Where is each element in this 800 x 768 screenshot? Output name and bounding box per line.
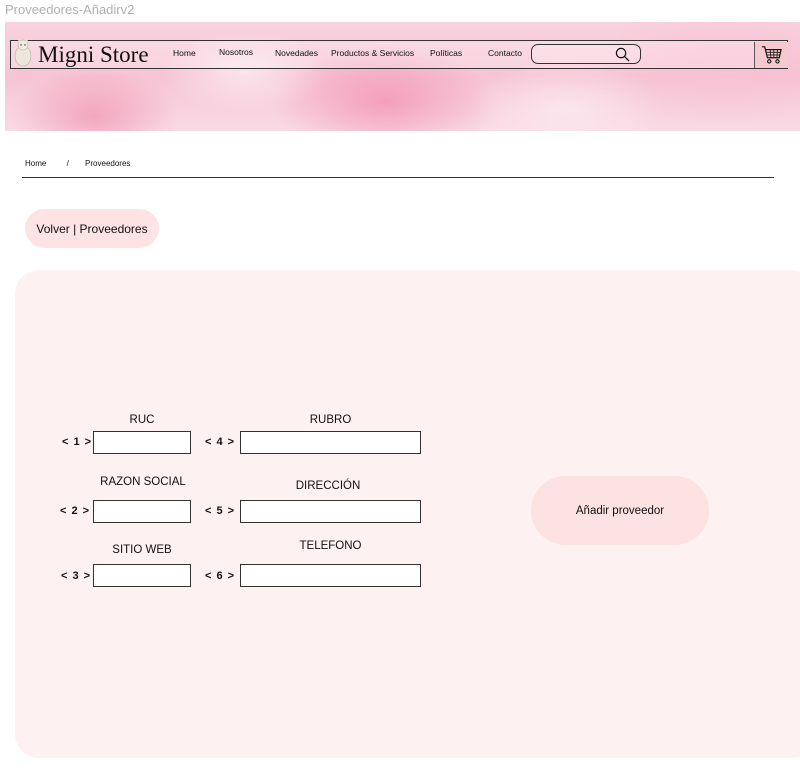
cart-button[interactable]	[754, 42, 788, 68]
sitio-web-input[interactable]	[93, 564, 191, 587]
field-index-5: < 5 >	[205, 505, 236, 517]
field-label-rubro: RUBRO	[309, 414, 352, 426]
search-icon[interactable]	[615, 47, 630, 62]
breadcrumb-home[interactable]: Home	[25, 159, 46, 168]
razon-social-input[interactable]	[93, 500, 191, 523]
field-index-4: < 4 >	[205, 436, 236, 448]
field-index-6: < 6 >	[205, 570, 236, 582]
field-label-telefono: TELEFONO	[299, 540, 362, 552]
breadcrumb: Home / Proveedores	[25, 159, 130, 168]
field-label-razon-social: RAZON SOCIAL	[100, 476, 186, 488]
telefono-input[interactable]	[240, 564, 421, 587]
field-index-2: < 2 >	[60, 505, 91, 517]
header-banner	[5, 22, 800, 131]
nav-home[interactable]: Home	[173, 48, 196, 58]
rubro-input[interactable]	[240, 431, 421, 454]
add-supplier-button[interactable]: Añadir proveedor	[531, 476, 709, 545]
field-index-1: < 1 >	[62, 436, 93, 448]
ruc-input[interactable]	[93, 431, 191, 454]
nav-contacto[interactable]: Contacto	[488, 48, 522, 58]
field-index-3: < 3 >	[61, 570, 92, 582]
breadcrumb-current: Proveedores	[85, 159, 131, 168]
navbar: Migni Store Home Nosotros Novedades Prod…	[10, 38, 788, 69]
field-label-ruc: RUC	[129, 414, 155, 426]
back-button[interactable]: Volver | Proveedores	[25, 209, 159, 248]
llama-logo-icon	[14, 38, 32, 67]
nav-productos-servicios[interactable]: Productos & Servicios	[331, 48, 414, 58]
field-label-direccion: DIRECCIÓN	[295, 480, 361, 492]
breadcrumb-separator: /	[66, 159, 69, 168]
nav-politicas[interactable]: Políticas	[430, 48, 462, 58]
frame-title: Proveedores-Añadirv2	[5, 2, 135, 17]
nav-novedades[interactable]: Novedades	[275, 48, 318, 58]
breadcrumb-divider	[22, 177, 774, 178]
search-input[interactable]	[531, 44, 641, 64]
nav-nosotros[interactable]: Nosotros	[219, 47, 253, 57]
field-label-sitio-web: SITIO WEB	[112, 544, 172, 556]
brand-name[interactable]: Migni Store	[38, 41, 149, 68]
direccion-input[interactable]	[240, 500, 421, 523]
cart-icon	[762, 46, 782, 64]
